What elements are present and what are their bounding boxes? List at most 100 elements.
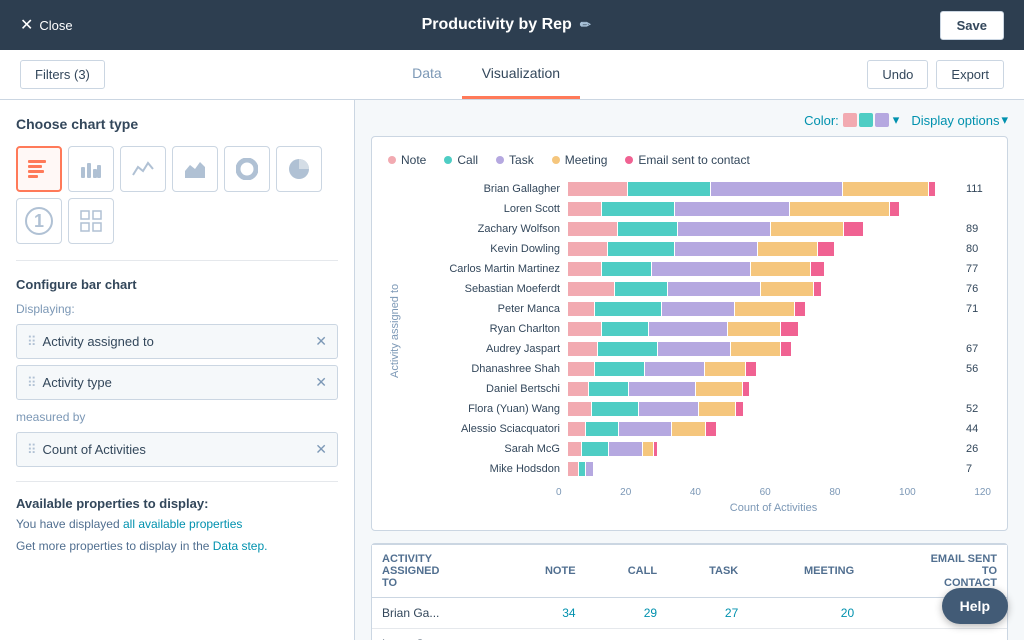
row-name: Loren Sc...	[372, 629, 502, 640]
swatch3	[875, 113, 889, 127]
bar-segment-meeting	[735, 302, 794, 316]
export-button[interactable]: Export	[936, 60, 1004, 89]
available-label: Available properties to display:	[16, 496, 338, 511]
x-axis-ticks: 0 20 40 60 80 100 120	[556, 487, 991, 498]
col-task: TASK	[667, 545, 748, 598]
bar-segment-email	[654, 442, 657, 456]
chart-type-bar-vertical[interactable]	[68, 146, 114, 192]
tab-visualization[interactable]: Visualization	[462, 49, 580, 99]
bar-segment-call	[618, 222, 677, 236]
bar-label: Sebastian Moeferdt	[408, 283, 568, 295]
bar-segment-task	[678, 222, 770, 236]
number-icon: 1	[25, 207, 53, 235]
bar-segment-meeting	[751, 262, 810, 276]
bar-row: Dhanashree Shah56	[408, 361, 991, 377]
all-available-link[interactable]: all available properties	[123, 517, 242, 531]
row-meeting: 20	[748, 598, 864, 629]
chart-type-donut[interactable]	[224, 146, 270, 192]
drag-icon: ⠿	[27, 334, 37, 350]
table-row: Brian Ga... 34 29 27 20	[372, 598, 1007, 629]
edit-icon[interactable]: ✏	[580, 17, 591, 33]
tab-data[interactable]: Data	[392, 49, 462, 99]
close-label: Close	[39, 18, 72, 33]
bar-segment-note	[568, 262, 601, 276]
remove-tag1-button[interactable]: ✕	[315, 333, 327, 350]
display-options-button[interactable]: Display options ▾	[911, 112, 1008, 128]
chart-type-number[interactable]: 1	[16, 198, 62, 244]
chart-type-bar-horizontal[interactable]	[16, 146, 62, 192]
bar-label: Daniel Bertschi	[408, 383, 568, 395]
bar-segment-email	[736, 402, 743, 416]
bar-segment-task	[639, 402, 698, 416]
close-icon: ✕	[20, 15, 33, 35]
legend-task: Task	[496, 153, 534, 167]
toolbar: Filters (3) Data Visualization Undo Expo…	[0, 50, 1024, 100]
help-button[interactable]: Help	[942, 588, 1008, 624]
undo-button[interactable]: Undo	[867, 60, 928, 89]
divider1	[16, 260, 338, 261]
col-call: CALL	[586, 545, 668, 598]
bar-label: Alessio Sciacquatori	[408, 423, 568, 435]
bar-segment-note	[568, 302, 594, 316]
bar-segment-meeting	[790, 202, 888, 216]
main-layout: Choose chart type	[0, 100, 1024, 640]
bar-row: Alessio Sciacquatori44	[408, 421, 991, 437]
col-note: NOTE	[502, 545, 586, 598]
bar-segment-note	[568, 342, 597, 356]
bar-segment-task	[658, 342, 730, 356]
bar-segment-meeting	[672, 422, 705, 436]
bar-segment-task	[586, 462, 593, 476]
color-selector[interactable]: Color: ▾	[804, 112, 899, 128]
bar-segment-email	[743, 382, 750, 396]
bar-segment-task	[619, 422, 671, 436]
close-button[interactable]: ✕ Close	[20, 15, 73, 35]
bar-chart-inner: Brian Gallagher111Loren ScottZachary Wol…	[408, 181, 991, 481]
bar-label: Ryan Charlton	[408, 323, 568, 335]
bar-segment-email	[811, 262, 824, 276]
bar-segment-email	[814, 282, 821, 296]
legend-meeting: Meeting	[552, 153, 608, 167]
save-button[interactable]: Save	[940, 11, 1004, 40]
y-axis-label: Activity assigned to	[388, 181, 402, 481]
bar-track	[568, 362, 961, 376]
remove-tag2-button[interactable]: ✕	[315, 374, 327, 391]
chart-type-grid[interactable]	[68, 198, 114, 244]
table-body: Brian Ga... 34 29 27 20 Loren Sc...	[372, 598, 1007, 640]
bar-segment-note	[568, 282, 614, 296]
chart-type-line[interactable]	[120, 146, 166, 192]
bar-segment-call	[598, 342, 657, 356]
bar-segment-meeting	[758, 242, 817, 256]
col-meeting: MEETING	[748, 545, 864, 598]
data-step-link[interactable]: Data step.	[213, 539, 268, 553]
bar-track	[568, 422, 961, 436]
legend-dot-meeting	[552, 156, 560, 164]
row-note	[502, 629, 586, 640]
bar-segment-meeting	[705, 362, 744, 376]
bar-segment-call	[582, 442, 608, 456]
bar-value: 56	[966, 363, 991, 375]
bar-segment-email	[781, 342, 791, 356]
filters-button[interactable]: Filters (3)	[20, 60, 105, 89]
report-title-area: Productivity by Rep ✏	[422, 16, 591, 34]
bar-track	[568, 182, 961, 196]
vertical-bar-icon	[80, 159, 102, 179]
bar-segment-note	[568, 222, 617, 236]
swatch1	[843, 113, 857, 127]
chevron-down-icon: ▾	[893, 112, 900, 128]
row-task	[667, 629, 748, 640]
bar-row: Sebastian Moeferdt76	[408, 281, 991, 297]
bar-segment-call	[608, 242, 674, 256]
row-name: Brian Ga...	[372, 598, 502, 629]
bar-track	[568, 242, 961, 256]
bar-segment-call	[628, 182, 710, 196]
chart-type-pie[interactable]	[276, 146, 322, 192]
table-row: Loren Sc...	[372, 629, 1007, 640]
bar-label: Flora (Yuan) Wang	[408, 403, 568, 415]
chart-type-area[interactable]	[172, 146, 218, 192]
horizontal-bar-icon	[28, 159, 50, 179]
table-header-row: ACTIVITYASSIGNEDTO NOTE CALL TASK MEETIN…	[372, 545, 1007, 598]
bar-track	[568, 442, 961, 456]
remove-tag3-button[interactable]: ✕	[315, 441, 327, 458]
bar-track	[568, 322, 961, 336]
bar-segment-call	[602, 202, 674, 216]
